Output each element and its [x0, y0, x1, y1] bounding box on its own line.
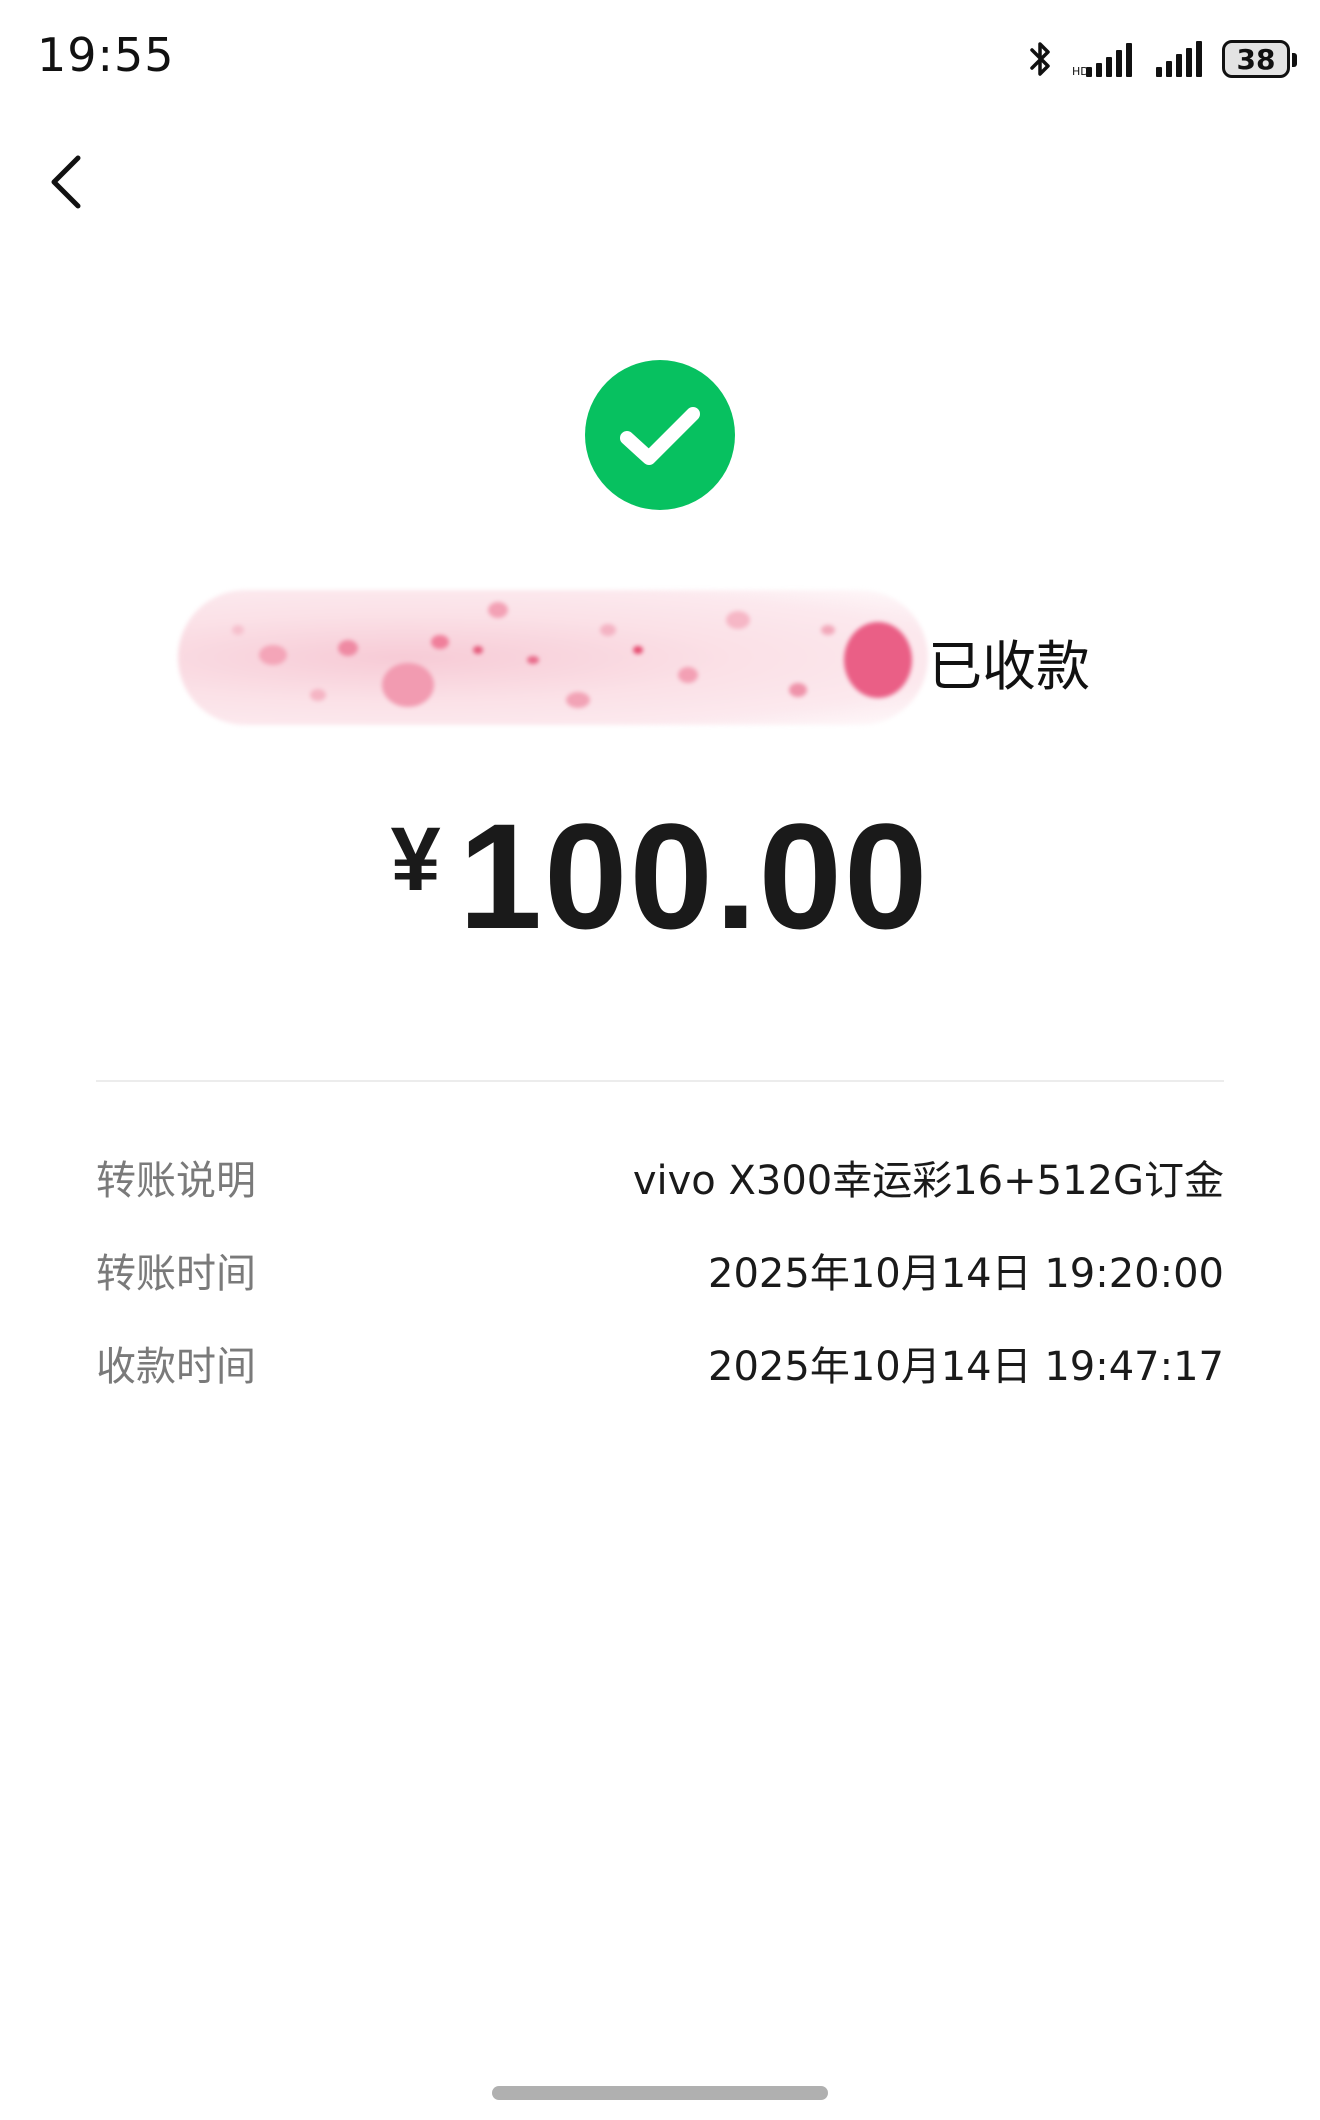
bluetooth-icon — [1028, 39, 1054, 79]
transfer-receipt-screen: 19:55 HD 38 已收款 ¥ 100.00 转账说明 vivo X300幸… — [0, 0, 1320, 2120]
home-indicator[interactable] — [492, 2086, 828, 2100]
status-bar: 19:55 HD 38 — [0, 0, 1320, 120]
amount: ¥100.00 — [0, 790, 1320, 963]
transfer-details: 转账说明 vivo X300幸运彩16+512G订金 转账时间 2025年10月… — [96, 1130, 1224, 1409]
detail-label: 转账时间 — [96, 1250, 256, 1297]
signal-icon: HD — [1072, 39, 1136, 79]
battery-level: 38 — [1236, 42, 1276, 76]
payee-row: 已收款 — [0, 590, 1320, 730]
divider — [96, 1080, 1224, 1082]
payee-name-mask — [178, 590, 928, 725]
battery-icon: 38 — [1222, 40, 1297, 78]
detail-row-transfer-time: 转账时间 2025年10月14日 19:20:00 — [96, 1223, 1224, 1316]
currency-symbol: ¥ — [390, 810, 441, 910]
detail-value: vivo X300幸运彩16+512G订金 — [632, 1157, 1224, 1204]
amount-value: 100.00 — [458, 792, 930, 960]
status-time: 19:55 — [37, 28, 175, 82]
detail-value: 2025年10月14日 19:47:17 — [708, 1343, 1224, 1390]
status-icons: HD 38 — [1028, 36, 1297, 82]
back-button[interactable] — [40, 150, 96, 214]
received-status: 已收款 — [928, 635, 1090, 698]
detail-value: 2025年10月14日 19:20:00 — [708, 1250, 1224, 1297]
check-icon — [620, 407, 700, 465]
battery-tip — [1292, 53, 1297, 67]
detail-label: 收款时间 — [96, 1343, 256, 1390]
petal-mask-decoration — [232, 602, 912, 708]
signal-icon — [1154, 39, 1204, 79]
check-circle-icon — [585, 360, 735, 510]
detail-label: 转账说明 — [96, 1157, 256, 1204]
detail-row-receive-time: 收款时间 2025年10月14日 19:47:17 — [96, 1316, 1224, 1409]
chevron-left-icon — [51, 155, 81, 209]
detail-row-note: 转账说明 vivo X300幸运彩16+512G订金 — [96, 1130, 1224, 1223]
